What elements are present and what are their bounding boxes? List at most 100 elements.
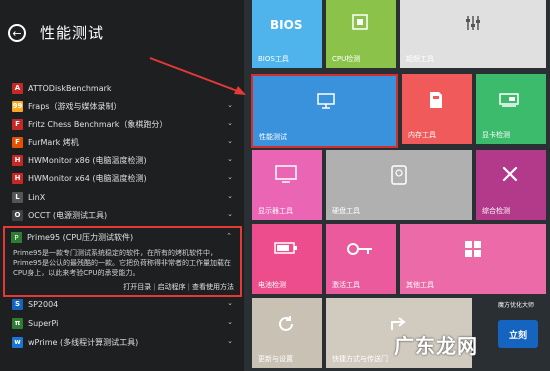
tile-general-check[interactable]: 综合检测 [476,150,546,220]
app-icon: 99 [12,100,23,112]
graphics-card-icon [499,93,519,107]
expanded-item-description: Prime95是一款专门测试系统稳定的软件，在所有的烤机软件中，Prime95是… [13,249,231,277]
key-icon [347,243,372,255]
list-item[interactable]: π SuperPi ⌄ [0,313,244,333]
list-item[interactable]: A ATTODiskBenchmark ⌄ [0,78,244,98]
chevron-down-icon[interactable]: ⌄ [226,173,234,181]
list-item-label: SP2004 [28,299,59,309]
list-item-label: Fraps（游戏与媒体录制） [28,101,122,111]
tile-label: 其他工具 [406,281,434,289]
list-item-label: HWMonitor x86 (电脑温度检测) [28,155,147,165]
tile-performance-test[interactable]: 性能测试 [251,74,398,148]
list-item-label: FurMark 烤机 [28,137,79,147]
prime95-icon: P [11,232,22,243]
expanded-item-prime95: P Prime95 (CPU压力测试软件) ⌃ Prime95是一款专门测试系统… [3,226,242,297]
list-item-label: SuperPi [28,318,59,328]
list-item-label: LinX [28,192,46,202]
list-item[interactable]: F FurMark 烤机 ⌄ [0,132,244,152]
chevron-down-icon[interactable]: ⌄ [226,137,234,145]
tile-update-settings[interactable]: 更新与设置 [252,298,322,368]
watermark: 广东龙网 魔方优化大师 立刻 [394,302,548,368]
chevron-up-icon[interactable]: ⌃ [226,232,232,240]
sliders-icon [466,16,480,30]
category-tiles: BIOS BIOS工具 CPU检测 超频工具 性能测试 内存工具 显卡检测 显示… [244,0,550,371]
tile-label: 更新与设置 [258,355,293,363]
list-item[interactable]: O OCCT (电源测试工具) ⌄ [0,205,244,225]
battery-icon [274,242,297,254]
watermark-logo: 立刻 [498,320,538,348]
bios-icon: BIOS [270,18,303,32]
chevron-down-icon[interactable]: ⌄ [226,210,234,218]
tile-other-tools[interactable]: 其他工具 [400,224,546,294]
tile-label: BIOS工具 [258,55,289,63]
tile-label: 激活工具 [332,281,360,289]
app-icon: π [12,317,23,329]
list-item-label: OCCT (电源测试工具) [28,210,108,220]
back-arrow-icon: ← [12,26,22,40]
hard-disk-icon [391,165,407,185]
tools-icon [502,166,518,182]
tile-gpu[interactable]: 显卡检测 [476,74,546,144]
app-icon: w [12,336,23,348]
grid-icon [465,241,481,257]
chevron-down-icon[interactable]: ⌄ [226,119,234,127]
list-item[interactable]: 99 Fraps（游戏与媒体录制） ⌄ [0,96,244,116]
chevron-down-icon[interactable]: ⌄ [226,101,234,109]
view-usage-link[interactable]: 查看使用方法 [192,283,234,291]
tile-label: CPU检测 [332,55,361,63]
tile-label: 快捷方式与传送门 [332,355,388,363]
tile-overclock[interactable]: 超频工具 [400,0,546,68]
display-icon [275,165,297,183]
watermark-small-text: 魔方优化大师 [498,302,535,309]
tile-label: 内存工具 [408,131,436,139]
expanded-item-header[interactable]: P Prime95 (CPU压力测试软件) [11,232,133,243]
tile-bios[interactable]: BIOS BIOS工具 [252,0,322,68]
list-item-label: wPrime (多线程计算测试工具) [28,337,139,347]
launch-program-link[interactable]: 启动程序 [158,283,186,291]
tile-activate[interactable]: 激活工具 [326,224,396,294]
tile-display[interactable]: 显示器工具 [252,150,322,220]
chevron-down-icon[interactable]: ⌄ [226,299,234,307]
app-icon: F [12,136,23,148]
app-icon: S [12,298,23,310]
tile-label: 性能测试 [259,133,287,141]
list-item[interactable]: H HWMonitor x86 (电脑温度检测) ⌄ [0,150,244,170]
app-icon: L [12,191,23,203]
cpu-icon [352,14,368,30]
page-title: 性能测试 [40,24,105,42]
tile-disk[interactable]: 硬盘工具 [326,150,472,220]
tile-cpu[interactable]: CPU检测 [326,0,396,68]
tile-memory[interactable]: 内存工具 [402,74,472,144]
list-item-label: ATTODiskBenchmark [28,83,112,93]
refresh-icon [279,316,293,331]
chevron-down-icon[interactable]: ⌄ [226,318,234,326]
tile-label: 综合检测 [482,207,510,215]
tile-label: 超频工具 [406,55,434,63]
list-item[interactable]: w wPrime (多线程计算测试工具) ⌄ [0,332,244,352]
memory-card-icon [430,92,442,108]
back-button[interactable]: ← [8,24,26,42]
chevron-down-icon[interactable]: ⌄ [226,83,234,91]
expanded-item-links: 打开目录 | 启动程序 | 查看使用方法 [123,283,234,291]
tile-label: 电池检测 [258,281,286,289]
open-folder-link[interactable]: 打开目录 [123,283,151,291]
app-icon: H [12,172,23,184]
tile-battery[interactable]: 电池检测 [252,224,322,294]
chevron-down-icon[interactable]: ⌄ [226,155,234,163]
app-icon: F [12,118,23,130]
expanded-item-title: Prime95 (CPU压力测试软件) [27,233,134,242]
app-icon: H [12,154,23,166]
watermark-text: 广东龙网 [394,333,478,358]
list-item[interactable]: H HWMonitor x64 (电脑温度检测) ⌄ [0,168,244,188]
list-item[interactable]: S SP2004 ⌄ [0,294,244,314]
tile-label: 硬盘工具 [332,207,360,215]
tile-label: 显卡检测 [482,131,510,139]
app-icon: A [12,82,23,94]
chevron-down-icon[interactable]: ⌄ [226,337,234,345]
monitor-icon [317,93,335,109]
list-item[interactable]: F Fritz Chess Benchmark（象棋跑分） ⌄ [0,114,244,134]
list-item[interactable]: L LinX ⌄ [0,187,244,207]
chevron-down-icon[interactable]: ⌄ [226,192,234,200]
list-item-label: HWMonitor x64 (电脑温度检测) [28,173,147,183]
list-item-label: Fritz Chess Benchmark（象棋跑分） [28,119,168,129]
